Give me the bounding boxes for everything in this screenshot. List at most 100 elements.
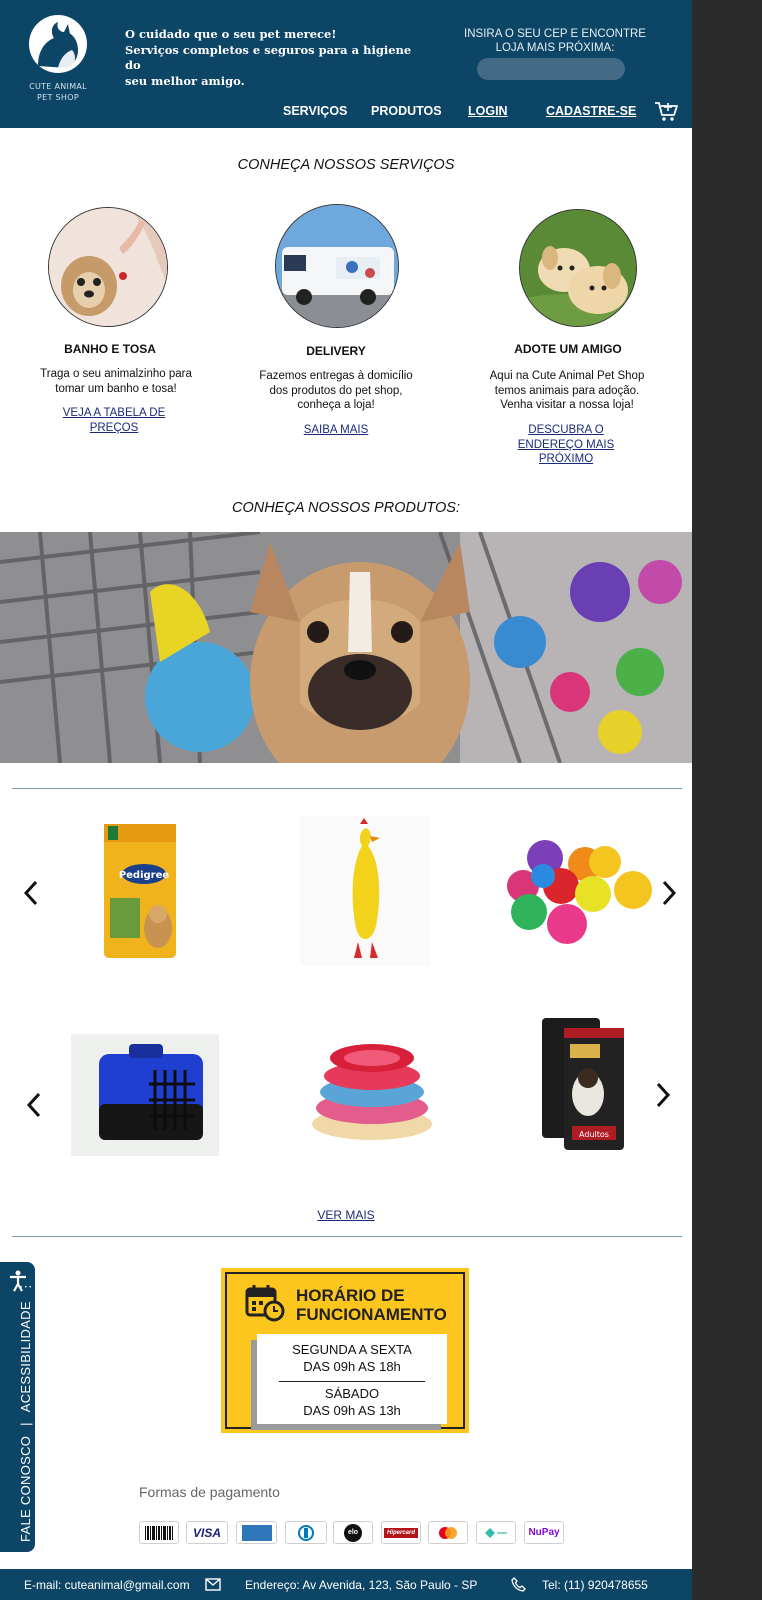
link-saiba-mais[interactable]: SAIBA MAIS [266, 423, 406, 438]
service-title-delivery: DELIVERY [306, 344, 366, 358]
service-desc-banho-line: Traga o seu animalzinho para [40, 368, 192, 380]
side-tab-divider: | [18, 1422, 33, 1426]
weekday-hours: DAS 09h AS 18h [303, 1359, 401, 1374]
hours-title-line-2: FUNCIONAMENTO [296, 1305, 447, 1324]
tagline: O cuidado que o seu pet merece! Serviços… [125, 27, 415, 89]
service-title-adote: ADOTE UM AMIGO [514, 342, 622, 356]
service-desc-adote: Aqui na Cute Animal Pet Shop temos anima… [472, 369, 662, 413]
footer-email[interactable]: E-mail: cuteanimal@gmail.com [24, 1578, 190, 1592]
barcode-icon [145, 1525, 173, 1540]
adultos-label: Adultos [579, 1130, 609, 1139]
envelope-icon [205, 1578, 221, 1591]
product-pet-carrier[interactable] [71, 1034, 219, 1156]
nav-servicos[interactable]: SERVIÇOS [283, 104, 347, 118]
nav-login[interactable]: LOGIN [468, 104, 508, 118]
page: CUTE ANIMAL PET SHOP O cuidado que o seu… [0, 0, 692, 1600]
link-endereco-line[interactable]: ENDEREÇO MAIS [496, 438, 636, 453]
service-desc-delivery: Fazemos entregas à domicílio dos produto… [241, 369, 431, 413]
site-footer: E-mail: cuteanimal@gmail.com Endereço: A… [0, 1569, 692, 1600]
calendar-clock-icon [245, 1285, 285, 1322]
link-tabela-precos-line[interactable]: VEJA A TABELA DE [44, 406, 184, 421]
link-tabela-precos[interactable]: VEJA A TABELA DE PREÇOS [44, 406, 184, 435]
products-banner-image [0, 532, 692, 763]
service-desc-banho: Traga o seu animalzinho para tomar um ba… [21, 367, 211, 396]
footer-phone[interactable]: Tel: (11) 920478655 [542, 1578, 648, 1592]
hours-title-line-1: HORÁRIO DE [296, 1286, 405, 1305]
service-desc-adote-line: Venha visitar a nossa loja! [500, 399, 634, 411]
product-pedigree-food[interactable]: Pedigree [100, 818, 180, 963]
nav-cadastre[interactable]: CADASTRE-SE [546, 104, 636, 118]
mastercard-circles-icon [439, 1526, 457, 1539]
amex-badge [241, 1524, 272, 1541]
weekday-label: SEGUNDA A SEXTA [292, 1342, 412, 1357]
cep-prompt: INSIRA O SEU CEP E ENCONTRE LOJA MAIS PR… [455, 27, 655, 55]
payment-title: Formas de pagamento [139, 1484, 280, 1500]
carousel-2-next-arrow-icon[interactable] [654, 1082, 672, 1108]
phone-icon [511, 1577, 526, 1592]
tagline-line-2: Serviços completos e seguros para a higi… [125, 42, 412, 73]
cep-prompt-line-2: LOJA MAIS PRÓXIMA: [495, 42, 615, 54]
side-tab-dots: ⋮ [18, 1279, 33, 1294]
products-title: CONHEÇA NOSSOS PRODUTOS: [231, 500, 460, 516]
saturday-label: SÁBADO [324, 1386, 380, 1401]
hours-title: HORÁRIO DE FUNCIONAMENTO [296, 1286, 447, 1324]
service-desc-delivery-line: dos produtos do pet shop, [269, 384, 403, 397]
logo[interactable]: CUTE ANIMAL PET SHOP [22, 14, 94, 104]
carousel-1-prev-arrow-icon[interactable] [22, 880, 40, 906]
services-title: CONHEÇA NOSSOS SERVIÇOS [237, 157, 455, 173]
acessibilidade-link[interactable]: ACESSIBILIDADE [18, 1301, 33, 1412]
nav-produtos[interactable]: PRODUTOS [371, 104, 442, 118]
side-contact-accessibility-tab[interactable]: FALE CONOSCO | ACESSIBILIDADE ⋮ [0, 1262, 35, 1552]
product-pet-beds[interactable] [308, 1036, 436, 1142]
hours-schedule-box: SEGUNDA A SEXTA DAS 09h AS 18h SÁBADO DA… [257, 1334, 447, 1424]
product-spiky-balls[interactable] [505, 836, 655, 948]
cep-input[interactable] [477, 58, 625, 80]
site-header: CUTE ANIMAL PET SHOP O cuidado que o seu… [0, 0, 692, 128]
link-saiba-mais-line[interactable]: SAIBA MAIS [266, 423, 406, 438]
service-desc-adote-line: temos animais para adoção. [494, 384, 640, 397]
saturday-hours: DAS 09h AS 13h [303, 1403, 401, 1418]
diners-club-icon [298, 1524, 314, 1541]
delivery-van-illustration [276, 205, 398, 327]
grooming-image [48, 207, 168, 327]
link-endereco-proximo[interactable]: DESCUBRA O ENDEREÇO MAIS PRÓXIMO [496, 423, 636, 467]
opening-hours-frame: HORÁRIO DE FUNCIONAMENTO SEGUNDA A SEXTA… [225, 1272, 465, 1429]
nupay-icon: NuPay [524, 1521, 564, 1544]
logo-text: CUTE ANIMAL PET SHOP [22, 81, 94, 103]
divider-bottom [12, 1236, 682, 1237]
cart-icon[interactable] [654, 100, 678, 122]
amex-icon [236, 1521, 277, 1544]
fale-conosco-link[interactable]: FALE CONOSCO [18, 1436, 33, 1542]
divider-top [12, 788, 682, 789]
opening-hours-card: HORÁRIO DE FUNCIONAMENTO SEGUNDA A SEXTA… [221, 1268, 469, 1433]
footer-address: Endereço: Av Avenida, 123, São Paulo - S… [245, 1578, 478, 1592]
puppies-illustration [520, 210, 636, 326]
service-desc-banho-line: tomar um banho e tosa! [55, 382, 177, 395]
mastercard-icon [428, 1521, 468, 1544]
side-tab-text[interactable]: FALE CONOSCO | ACESSIBILIDADE ⋮ [18, 1280, 34, 1542]
product-rubber-chicken[interactable] [300, 816, 430, 966]
pedigree-label: Pedigree [119, 870, 170, 881]
carousel-1-next-arrow-icon[interactable] [660, 880, 678, 906]
grooming-illustration [49, 208, 167, 326]
hipercard-icon: Hipercard [381, 1521, 421, 1544]
adoption-puppies-image [519, 209, 637, 327]
tagline-line-3: seu melhor amigo. [125, 73, 245, 88]
product-dog-food-bags[interactable]: Adultos [538, 1014, 628, 1154]
service-title-banho: BANHO E TOSA [64, 342, 156, 356]
delivery-van-image [275, 204, 399, 328]
pix-icon [476, 1521, 516, 1544]
hours-separator [279, 1381, 425, 1382]
pix-diamond-icon [485, 1527, 507, 1538]
pet-logo-icon [29, 15, 87, 73]
logo-line-1: CUTE ANIMAL [29, 82, 87, 91]
link-tabela-precos-line[interactable]: PREÇOS [44, 421, 184, 436]
boleto-barcode-icon [139, 1521, 179, 1544]
service-desc-delivery-line: Fazemos entregas à domicílio [259, 370, 413, 382]
ver-mais-link[interactable]: VER MAIS [296, 1208, 396, 1222]
carousel-2-prev-arrow-icon[interactable] [25, 1092, 43, 1118]
link-endereco-line[interactable]: PRÓXIMO [496, 452, 636, 467]
link-endereco-line[interactable]: DESCUBRA O [496, 423, 636, 438]
elo-icon: elo [333, 1521, 373, 1544]
tagline-line-1: O cuidado que o seu pet merece! [125, 27, 337, 41]
